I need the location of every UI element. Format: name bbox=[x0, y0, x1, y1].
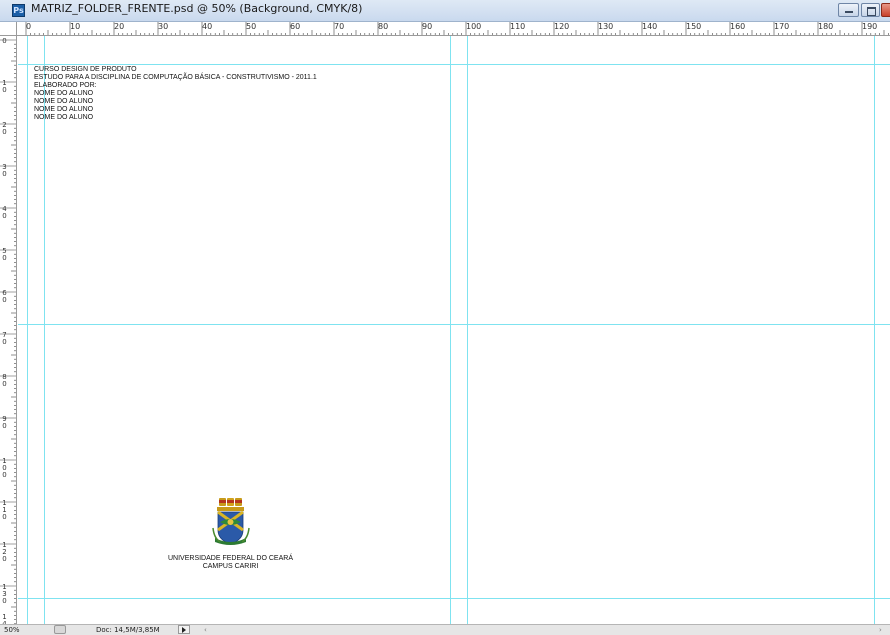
ruler-label: 100 bbox=[2, 457, 7, 479]
status-menu-arrow-icon[interactable] bbox=[178, 625, 190, 634]
ruler-label: 110 bbox=[2, 499, 7, 521]
document-title: MATRIZ_FOLDER_FRENTE.psd @ 50% (Backgrou… bbox=[31, 2, 363, 15]
course-info-text: CURSO DESIGN DE PRODUTO ESTUDO PARA A DI… bbox=[34, 66, 317, 122]
guide-line[interactable] bbox=[18, 64, 890, 65]
ruler-label: 20 bbox=[2, 121, 7, 136]
campus-line: CAMPUS CARIRI bbox=[202, 563, 259, 570]
ruler-label: 70 bbox=[2, 331, 7, 346]
title-bar: Ps MATRIZ_FOLDER_FRENTE.psd @ 50% (Backg… bbox=[0, 0, 890, 22]
ruler-label: 50 bbox=[246, 22, 257, 31]
text-line: CURSO DESIGN DE PRODUTO bbox=[34, 66, 137, 73]
ruler-label: 60 bbox=[2, 289, 7, 304]
ruler-label: 70 bbox=[334, 22, 345, 31]
text-line: NOME DO ALUNO bbox=[34, 114, 94, 121]
ruler-label: 100 bbox=[466, 22, 482, 31]
document-canvas[interactable]: CURSO DESIGN DE PRODUTO ESTUDO PARA A DI… bbox=[18, 36, 890, 624]
ruler-label: 90 bbox=[422, 22, 433, 31]
ruler-label: 60 bbox=[290, 22, 301, 31]
university-line: UNIVERSIDADE FEDERAL DO CEARÁ bbox=[168, 555, 293, 562]
ruler-label: 130 bbox=[598, 22, 614, 31]
ruler-label: 180 bbox=[818, 22, 834, 31]
university-name: UNIVERSIDADE FEDERAL DO CEARÁ CAMPUS CAR… bbox=[118, 555, 343, 571]
ruler-label: 110 bbox=[510, 22, 526, 31]
guide-line[interactable] bbox=[874, 36, 875, 624]
ruler-label: 90 bbox=[2, 415, 7, 430]
ruler-label: 80 bbox=[378, 22, 389, 31]
guide-line[interactable] bbox=[450, 36, 451, 624]
ruler-label: 140 bbox=[642, 22, 658, 31]
ruler-label: 30 bbox=[2, 163, 7, 178]
close-button[interactable] bbox=[881, 3, 890, 17]
status-bar: 50% Doc: 14,5M/3,85M ‹ › bbox=[0, 624, 890, 635]
ruler-label: 10 bbox=[70, 22, 81, 31]
status-info-icon[interactable] bbox=[54, 625, 66, 634]
guide-line[interactable] bbox=[27, 36, 28, 624]
text-line: NOME DO ALUNO bbox=[34, 90, 94, 97]
ruler-label: 120 bbox=[2, 541, 7, 563]
ruler-label: 50 bbox=[2, 247, 7, 262]
ruler-origin[interactable] bbox=[0, 22, 17, 36]
ruler-label: 120 bbox=[554, 22, 570, 31]
scroll-left-icon[interactable]: ‹ bbox=[204, 626, 207, 634]
ruler-label: 170 bbox=[774, 22, 790, 31]
university-crest-icon bbox=[212, 498, 250, 545]
ruler-label: 40 bbox=[2, 205, 7, 220]
horizontal-ruler-ticks bbox=[25, 22, 889, 35]
minimize-button[interactable] bbox=[838, 3, 859, 17]
text-line: ELABORADO POR: bbox=[34, 82, 97, 89]
text-line: ESTUDO PARA A DISCIPLINA DE COMPUTAÇÃO B… bbox=[34, 74, 317, 81]
ruler-label: 0 bbox=[2, 37, 7, 45]
ruler-label: 160 bbox=[730, 22, 746, 31]
horizontal-ruler[interactable]: 0 10 20 30 40 50 60 70 80 90 100 110 120… bbox=[17, 22, 890, 36]
zoom-level[interactable]: 50% bbox=[4, 626, 20, 634]
ruler-label: 30 bbox=[158, 22, 169, 31]
guide-line[interactable] bbox=[467, 36, 468, 624]
ruler-label: 0 bbox=[26, 22, 32, 31]
guide-line[interactable] bbox=[18, 598, 890, 599]
doc-size: Doc: 14,5M/3,85M bbox=[96, 626, 160, 634]
maximize-button[interactable] bbox=[861, 3, 880, 17]
guide-line[interactable] bbox=[18, 324, 890, 325]
ruler-label: 40 bbox=[202, 22, 213, 31]
scroll-right-icon[interactable]: › bbox=[879, 626, 882, 634]
ruler-label: 20 bbox=[114, 22, 125, 31]
photoshop-icon: Ps bbox=[12, 4, 25, 17]
vertical-ruler[interactable]: 0 10 20 30 40 50 60 70 80 90 100 110 120… bbox=[0, 36, 17, 624]
ruler-label: 10 bbox=[2, 79, 7, 94]
ruler-label: 150 bbox=[686, 22, 702, 31]
ruler-label: 80 bbox=[2, 373, 7, 388]
guide-line[interactable] bbox=[44, 36, 45, 624]
ruler-label: 140 bbox=[2, 613, 7, 625]
text-line: NOME DO ALUNO bbox=[34, 106, 94, 113]
ruler-label: 130 bbox=[2, 583, 7, 605]
text-line: NOME DO ALUNO bbox=[34, 98, 94, 105]
ruler-label: 190 bbox=[862, 22, 878, 31]
